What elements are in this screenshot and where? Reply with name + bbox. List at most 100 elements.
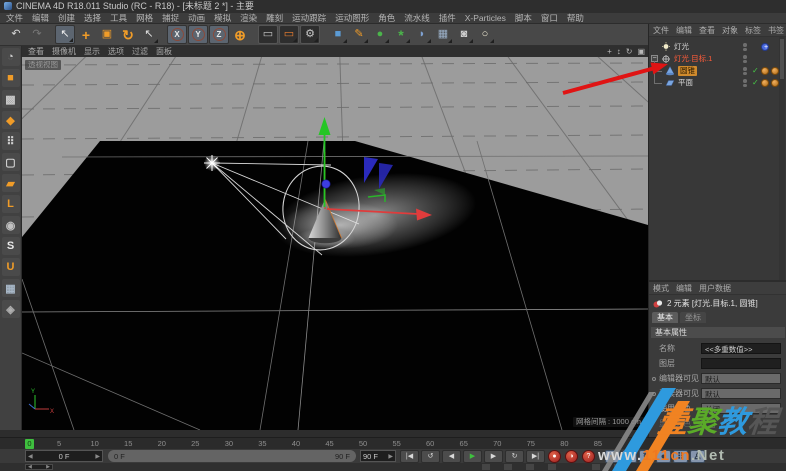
- viewport-menu-4[interactable]: 过滤: [132, 46, 148, 57]
- phong-tag-icon[interactable]: [761, 79, 769, 87]
- coordinate-system-toggle[interactable]: ⊕: [230, 25, 250, 44]
- loop-mode-button[interactable]: ↺: [421, 450, 440, 463]
- visibility-dots[interactable]: [743, 43, 748, 52]
- phong-tag-icon[interactable]: [761, 67, 769, 75]
- menubar-item-11[interactable]: 运动跟踪: [292, 12, 326, 24]
- viewport-menu-0[interactable]: 查看: [28, 46, 44, 57]
- target-tag-icon[interactable]: [761, 43, 769, 51]
- menubar-item-8[interactable]: 模拟: [214, 12, 231, 24]
- light-menu[interactable]: ○: [475, 25, 495, 44]
- object-row-light-target[interactable]: − 灯光.目标.1: [649, 53, 780, 65]
- menubar-item-9[interactable]: 渲染: [240, 12, 257, 24]
- character-figure-button[interactable]: ♙: [690, 450, 705, 463]
- render-settings-button[interactable]: ⚙: [300, 25, 320, 44]
- add-primitive-cube-menu[interactable]: ■: [328, 25, 348, 44]
- am-menu-0[interactable]: 模式: [653, 283, 669, 294]
- render-visibility-dropdown[interactable]: 默认: [701, 388, 781, 399]
- metaball-menu[interactable]: ◗: [412, 25, 432, 44]
- record-keyframe-button[interactable]: ●: [548, 450, 561, 463]
- key-parameter-toggle[interactable]: ●: [656, 450, 671, 463]
- menubar-item-17[interactable]: 脚本: [515, 12, 532, 24]
- viewport-menu-2[interactable]: 显示: [84, 46, 100, 57]
- object-name[interactable]: 灯光.目标.1: [674, 54, 712, 64]
- object-name-selected[interactable]: 圆锥: [678, 66, 697, 76]
- redo-button[interactable]: ↷: [27, 25, 47, 44]
- menubar-item-15[interactable]: 插件: [439, 12, 456, 24]
- enabled-check[interactable]: ✓: [752, 65, 759, 77]
- rotate-tool[interactable]: ↻: [118, 25, 138, 44]
- phong-tag-icon[interactable]: [771, 67, 779, 75]
- layer-field[interactable]: [701, 358, 781, 369]
- enabled-check[interactable]: ✓: [752, 77, 759, 89]
- start-frame-spinner[interactable]: ◀0 F▶: [25, 450, 103, 462]
- am-menu-1[interactable]: 编辑: [676, 283, 692, 294]
- key-scale-toggle[interactable]: ▢: [622, 450, 637, 463]
- object-manager-scrollbar[interactable]: [779, 37, 785, 280]
- make-editable[interactable]: ◔: [2, 48, 20, 66]
- preview-range-slider[interactable]: 0 F 90 F: [108, 450, 356, 462]
- scale-tool[interactable]: ▣: [97, 25, 117, 44]
- snap-toggle[interactable]: S: [2, 237, 20, 255]
- display-color-swatch[interactable]: [701, 419, 715, 428]
- prev-frame-button[interactable]: ◀: [442, 450, 461, 463]
- move-tool[interactable]: +: [76, 25, 96, 44]
- visibility-dots[interactable]: [743, 55, 748, 64]
- viewport-canvas[interactable]: Y X 透视视图 网格间隔 : 1000 cm: [22, 57, 648, 430]
- use-color-dropdown[interactable]: 关闭: [701, 403, 781, 414]
- object-name[interactable]: 平面: [678, 78, 693, 88]
- viewport-solo[interactable]: ◉: [2, 216, 20, 234]
- menubar-item-12[interactable]: 运动图形: [335, 12, 369, 24]
- anim-dot[interactable]: [652, 392, 656, 396]
- floor-environment-menu[interactable]: ▦: [433, 25, 453, 44]
- menubar-item-5[interactable]: 网格: [136, 12, 153, 24]
- viewport-menu-1[interactable]: 摄像机: [52, 46, 76, 57]
- anim-dot[interactable]: [652, 407, 656, 411]
- menubar-item-6[interactable]: 捕捉: [162, 12, 179, 24]
- workplane-mode[interactable]: ◆: [2, 111, 20, 129]
- am-menu-2[interactable]: 用户数据: [699, 283, 731, 294]
- texture-mode[interactable]: ▩: [2, 90, 20, 108]
- enable-axis-mode[interactable]: L: [2, 195, 20, 213]
- name-field[interactable]: <<多重数值>>: [701, 343, 781, 354]
- menubar-item-2[interactable]: 创建: [58, 12, 75, 24]
- render-picture-viewer-button[interactable]: ▭: [279, 25, 299, 44]
- object-name[interactable]: 灯光: [674, 42, 689, 52]
- object-row-cone[interactable]: 圆锥 ✓: [649, 65, 780, 77]
- goto-start-button[interactable]: |◀: [400, 450, 419, 463]
- menubar-item-19[interactable]: 帮助: [567, 12, 584, 24]
- phong-tag-icon[interactable]: [771, 79, 779, 87]
- viewport-menu-3[interactable]: 选项: [108, 46, 124, 57]
- om-menu-4[interactable]: 标签: [745, 25, 761, 36]
- edges-mode[interactable]: ▢: [2, 153, 20, 171]
- menubar-item-18[interactable]: 窗口: [541, 12, 558, 24]
- key-position-toggle[interactable]: +: [605, 450, 620, 463]
- om-menu-1[interactable]: 编辑: [676, 25, 692, 36]
- object-manager[interactable]: 灯光 − 灯光.目标.1: [649, 37, 786, 280]
- menubar-item-14[interactable]: 流水线: [404, 12, 430, 24]
- pan-view-icon[interactable]: +: [607, 47, 612, 56]
- toggle-view-icon[interactable]: ▣: [637, 47, 645, 56]
- zoom-view-icon[interactable]: ↕: [617, 47, 621, 56]
- menubar-item-10[interactable]: 雕刻: [266, 12, 283, 24]
- menubar-item-1[interactable]: 编辑: [32, 12, 49, 24]
- viewport-menu-5[interactable]: 面板: [156, 46, 172, 57]
- live-selection-tool[interactable]: ↖: [55, 25, 75, 44]
- menubar-item-16[interactable]: X-Particles: [465, 13, 506, 23]
- visibility-dots[interactable]: [743, 67, 748, 76]
- lock-z-axis[interactable]: Z: [209, 25, 229, 44]
- lock-y-axis[interactable]: Y: [188, 25, 208, 44]
- mograph-generators-menu[interactable]: *: [391, 25, 411, 44]
- play-rate-button[interactable]: ↻: [505, 450, 524, 463]
- object-row-light[interactable]: 灯光: [649, 41, 780, 53]
- menubar-item-4[interactable]: 工具: [110, 12, 127, 24]
- visibility-dots[interactable]: [743, 79, 748, 88]
- planar-workplane[interactable]: ◈: [2, 300, 20, 318]
- key-rotation-toggle[interactable]: ↻: [639, 450, 654, 463]
- timeline-playhead[interactable]: 0: [25, 439, 34, 449]
- lock-x-axis[interactable]: X: [167, 25, 187, 44]
- om-menu-0[interactable]: 文件: [653, 25, 669, 36]
- menubar-item-0[interactable]: 文件: [6, 12, 23, 24]
- om-menu-5[interactable]: 书签: [768, 25, 784, 36]
- keyframe-selection-button[interactable]: ?: [582, 450, 595, 463]
- goto-end-button[interactable]: ▶|: [526, 450, 545, 463]
